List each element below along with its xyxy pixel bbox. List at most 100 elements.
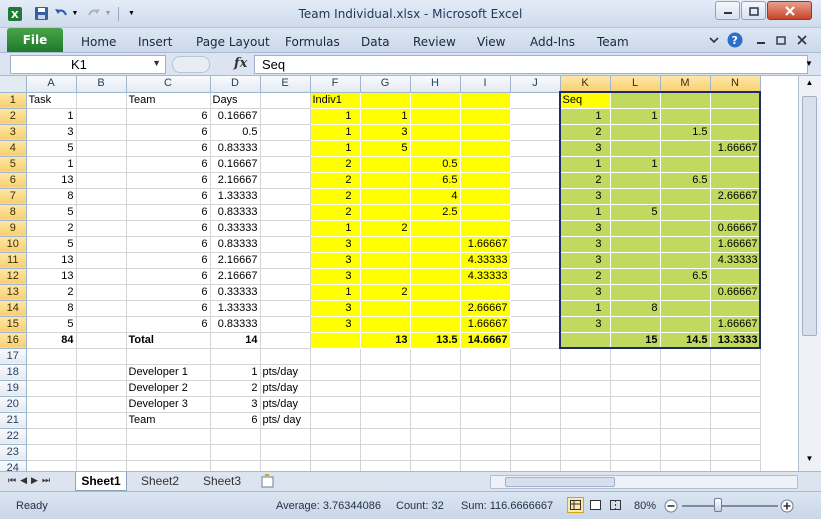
cell[interactable]: 5 (26, 236, 77, 253)
tab-insert[interactable]: Insert (138, 32, 172, 52)
zoom-slider[interactable] (682, 505, 778, 507)
cell[interactable]: 14.5 (660, 332, 710, 348)
cell[interactable] (76, 220, 127, 237)
cell[interactable] (76, 252, 127, 269)
cell[interactable] (360, 236, 410, 252)
cell[interactable] (510, 444, 561, 461)
cell[interactable] (660, 236, 710, 252)
cell[interactable] (610, 284, 660, 300)
cell[interactable]: 8 (26, 300, 77, 317)
row-header[interactable]: 13 (0, 284, 27, 301)
cell[interactable] (560, 348, 611, 365)
cell[interactable]: 6.5 (660, 268, 710, 284)
horizontal-scrollbar[interactable] (490, 475, 798, 489)
cell[interactable]: 13 (26, 252, 77, 269)
tab-file[interactable]: File (7, 28, 63, 52)
cell[interactable] (560, 460, 611, 471)
cell[interactable]: 1 (310, 124, 360, 140)
cell[interactable]: 2.66667 (460, 300, 510, 316)
cell[interactable] (260, 284, 311, 301)
cell[interactable] (260, 220, 311, 237)
cell[interactable]: 2 (360, 220, 410, 236)
cell[interactable]: 1 (310, 220, 360, 236)
cell[interactable] (660, 428, 711, 445)
cell[interactable] (710, 348, 761, 365)
cell[interactable] (410, 396, 461, 413)
row-header[interactable]: 23 (0, 444, 27, 461)
cell[interactable] (410, 460, 461, 471)
cell[interactable] (26, 444, 77, 461)
cell[interactable] (710, 300, 760, 316)
cell[interactable] (260, 124, 311, 141)
cell[interactable] (410, 300, 460, 316)
cell[interactable]: pts/day (260, 396, 311, 413)
column-header[interactable]: G (360, 76, 411, 93)
cell[interactable] (126, 444, 211, 461)
cell[interactable] (260, 236, 311, 253)
cell[interactable]: 2 (560, 268, 610, 284)
cell[interactable] (660, 444, 711, 461)
cell[interactable] (460, 140, 510, 156)
cell[interactable] (560, 332, 610, 348)
cell[interactable] (410, 348, 461, 365)
column-header[interactable]: E (260, 76, 311, 93)
row-header[interactable]: 9 (0, 220, 27, 237)
row-header[interactable]: 11 (0, 252, 27, 269)
cell[interactable] (260, 460, 311, 471)
cell[interactable] (510, 156, 561, 173)
minimize-button[interactable] (715, 1, 740, 20)
cell[interactable] (76, 412, 127, 429)
cell[interactable] (510, 124, 561, 141)
cell[interactable]: Days (210, 92, 261, 109)
cell[interactable] (260, 332, 311, 349)
cell[interactable] (660, 412, 711, 429)
cell[interactable] (610, 316, 660, 332)
name-box-dropdown-icon[interactable]: ▼ (152, 58, 161, 68)
cell[interactable]: 6 (126, 236, 211, 253)
cell[interactable]: 6 (126, 300, 211, 317)
zoom-level[interactable]: 80% (634, 500, 656, 512)
tab-formulas[interactable]: Formulas (285, 32, 340, 52)
cell[interactable]: 1 (610, 108, 660, 124)
zoom-slider-thumb[interactable] (714, 498, 722, 512)
cell[interactable] (260, 316, 311, 333)
row-header[interactable]: 4 (0, 140, 27, 157)
cell[interactable] (660, 380, 711, 397)
cell[interactable]: 4.33333 (460, 252, 510, 268)
cell[interactable] (510, 220, 561, 237)
cell[interactable] (510, 364, 561, 381)
row-header[interactable]: 15 (0, 316, 27, 333)
cell[interactable]: 2.16667 (210, 252, 261, 269)
row-header[interactable]: 18 (0, 364, 27, 381)
cell[interactable]: 2.16667 (210, 268, 261, 285)
cell[interactable] (360, 412, 411, 429)
cell[interactable] (460, 108, 510, 124)
cell[interactable]: 1 (560, 204, 610, 220)
cell[interactable] (410, 444, 461, 461)
cell[interactable] (610, 252, 660, 268)
cell[interactable]: 0.83333 (210, 204, 261, 221)
sheet-tab-sheet2[interactable]: Sheet2 (131, 472, 189, 491)
cell[interactable]: 1 (560, 108, 610, 124)
cell[interactable] (26, 348, 77, 365)
cell[interactable] (76, 92, 127, 109)
cell[interactable]: 13.5 (410, 332, 460, 348)
cell[interactable] (360, 348, 411, 365)
minimize-ribbon-icon[interactable] (706, 32, 722, 48)
cell[interactable] (76, 332, 127, 349)
cell[interactable] (76, 204, 127, 221)
horizontal-scroll-thumb[interactable] (505, 477, 615, 487)
close-button[interactable] (767, 1, 812, 20)
cell[interactable] (610, 140, 660, 156)
cell-table[interactable]: ABCDEFGHIJKLMN 1 Task Team Days Indiv1 Seq 2 1 6… (0, 76, 761, 471)
cell[interactable]: 2.66667 (710, 188, 760, 204)
cell[interactable] (610, 460, 661, 471)
cell[interactable] (410, 268, 460, 284)
cell[interactable] (610, 236, 660, 252)
cell[interactable]: 1 (26, 156, 77, 173)
cell[interactable] (610, 444, 661, 461)
cell[interactable]: 3 (560, 140, 610, 156)
row-header[interactable]: 20 (0, 396, 27, 413)
cell[interactable] (26, 396, 77, 413)
cell[interactable]: 2 (310, 204, 360, 220)
